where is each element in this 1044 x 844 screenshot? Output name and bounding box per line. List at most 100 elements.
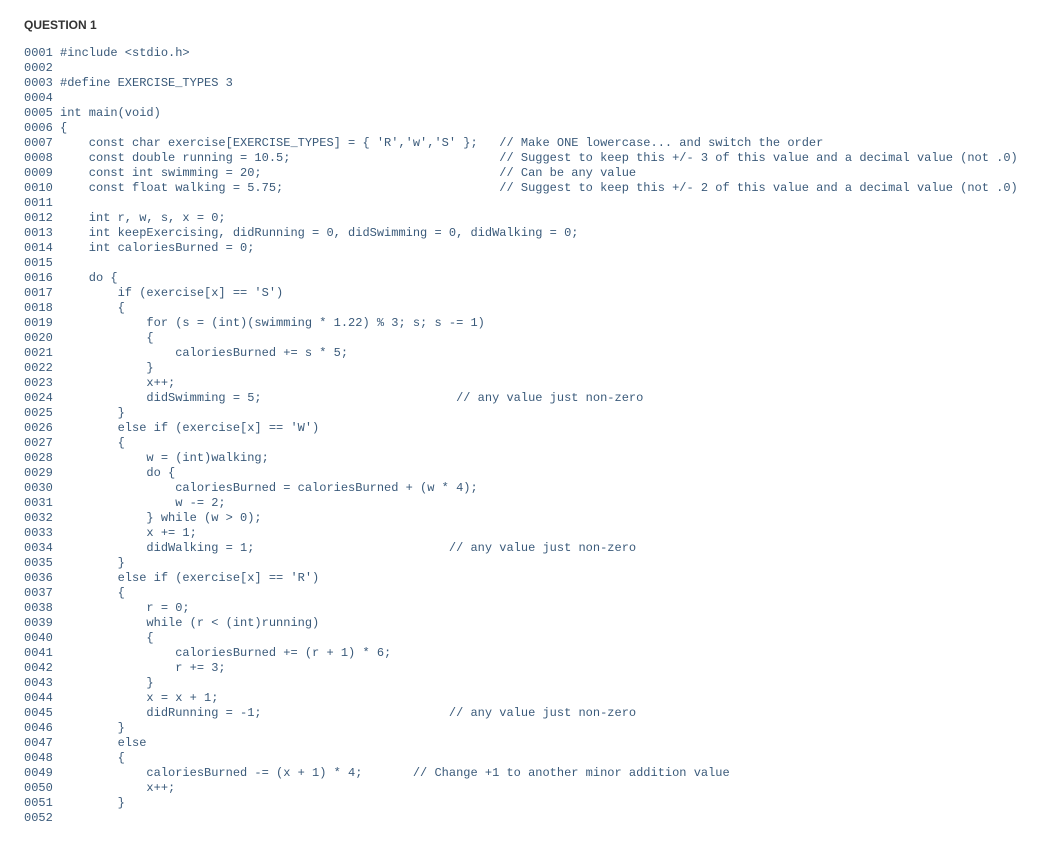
code-line: 0023 x++;	[24, 376, 1020, 391]
code-line: 0014 int caloriesBurned = 0;	[24, 241, 1020, 256]
code-line: 0037 {	[24, 586, 1020, 601]
line-number: 0010	[24, 181, 60, 196]
code-line: 0001#include <stdio.h>	[24, 46, 1020, 61]
code-text: w = (int)walking;	[60, 451, 269, 465]
code-text: }	[60, 676, 154, 690]
code-line: 0012 int r, w, s, x = 0;	[24, 211, 1020, 226]
line-number: 0003	[24, 76, 60, 91]
code-line: 0027 {	[24, 436, 1020, 451]
code-line: 0039 while (r < (int)running)	[24, 616, 1020, 631]
line-number: 0035	[24, 556, 60, 571]
code-line: 0004	[24, 91, 1020, 106]
code-text: else if (exercise[x] == 'R')	[60, 571, 319, 585]
code-text: didRunning = -1; // any value just non-z…	[60, 706, 636, 720]
code-line: 0017 if (exercise[x] == 'S')	[24, 286, 1020, 301]
code-text: while (r < (int)running)	[60, 616, 319, 630]
line-number: 0008	[24, 151, 60, 166]
code-text: x++;	[60, 376, 175, 390]
line-number: 0017	[24, 286, 60, 301]
code-line: 0018 {	[24, 301, 1020, 316]
line-number: 0052	[24, 811, 60, 826]
line-number: 0027	[24, 436, 60, 451]
code-line: 0031 w -= 2;	[24, 496, 1020, 511]
code-text: {	[60, 301, 125, 315]
line-number: 0044	[24, 691, 60, 706]
line-number: 0011	[24, 196, 60, 211]
code-text: x++;	[60, 781, 175, 795]
line-number: 0028	[24, 451, 60, 466]
code-line: 0045 didRunning = -1; // any value just …	[24, 706, 1020, 721]
code-line: 0036 else if (exercise[x] == 'R')	[24, 571, 1020, 586]
code-text: do {	[60, 271, 118, 285]
code-text: else if (exercise[x] == 'W')	[60, 421, 319, 435]
code-line: 0007 const char exercise[EXERCISE_TYPES]…	[24, 136, 1020, 151]
line-number: 0004	[24, 91, 60, 106]
code-text: {	[60, 586, 125, 600]
code-text: int keepExercising, didRunning = 0, didS…	[60, 226, 578, 240]
code-text: const float walking = 5.75; // Suggest t…	[60, 181, 1018, 195]
code-line: 0011	[24, 196, 1020, 211]
line-number: 0007	[24, 136, 60, 151]
code-text: if (exercise[x] == 'S')	[60, 286, 283, 300]
line-number: 0048	[24, 751, 60, 766]
code-text: {	[60, 331, 154, 345]
code-text: caloriesBurned = caloriesBurned + (w * 4…	[60, 481, 478, 495]
code-line: 0024 didSwimming = 5; // any value just …	[24, 391, 1020, 406]
code-line: 0008 const double running = 10.5; // Sug…	[24, 151, 1020, 166]
line-number: 0021	[24, 346, 60, 361]
line-number: 0009	[24, 166, 60, 181]
code-text: }	[60, 721, 125, 735]
code-text: {	[60, 121, 67, 135]
line-number: 0036	[24, 571, 60, 586]
code-text: {	[60, 631, 154, 645]
line-number: 0033	[24, 526, 60, 541]
code-line: 0026 else if (exercise[x] == 'W')	[24, 421, 1020, 436]
line-number: 0019	[24, 316, 60, 331]
line-number: 0037	[24, 586, 60, 601]
code-text: int r, w, s, x = 0;	[60, 211, 226, 225]
code-text: didWalking = 1; // any value just non-ze…	[60, 541, 636, 555]
code-line: 0033 x += 1;	[24, 526, 1020, 541]
code-text: for (s = (int)(swimming * 1.22) % 3; s; …	[60, 316, 485, 330]
line-number: 0051	[24, 796, 60, 811]
line-number: 0045	[24, 706, 60, 721]
code-line: 0030 caloriesBurned = caloriesBurned + (…	[24, 481, 1020, 496]
line-number: 0031	[24, 496, 60, 511]
code-text: {	[60, 436, 125, 450]
line-number: 0018	[24, 301, 60, 316]
code-line: 0043 }	[24, 676, 1020, 691]
code-line: 0049 caloriesBurned -= (x + 1) * 4; // C…	[24, 766, 1020, 781]
code-text: else	[60, 736, 146, 750]
code-line: 0005int main(void)	[24, 106, 1020, 121]
line-number: 0013	[24, 226, 60, 241]
code-text: const int swimming = 20; // Can be any v…	[60, 166, 636, 180]
code-line: 0006{	[24, 121, 1020, 136]
code-text: caloriesBurned += s * 5;	[60, 346, 348, 360]
code-text: }	[60, 361, 154, 375]
line-number: 0026	[24, 421, 60, 436]
code-text: x = x + 1;	[60, 691, 218, 705]
code-text: const double running = 10.5; // Suggest …	[60, 151, 1018, 165]
code-line: 0051 }	[24, 796, 1020, 811]
code-text: const char exercise[EXERCISE_TYPES] = { …	[60, 136, 823, 150]
code-line: 0013 int keepExercising, didRunning = 0,…	[24, 226, 1020, 241]
line-number: 0043	[24, 676, 60, 691]
code-line: 0046 }	[24, 721, 1020, 736]
line-number: 0050	[24, 781, 60, 796]
code-line: 0020 {	[24, 331, 1020, 346]
code-line: 0040 {	[24, 631, 1020, 646]
code-line: 0009 const int swimming = 20; // Can be …	[24, 166, 1020, 181]
code-line: 0048 {	[24, 751, 1020, 766]
code-text: #define EXERCISE_TYPES 3	[60, 76, 233, 90]
line-number: 0006	[24, 121, 60, 136]
code-text: r += 3;	[60, 661, 226, 675]
line-number: 0022	[24, 361, 60, 376]
line-number: 0039	[24, 616, 60, 631]
code-line: 0010 const float walking = 5.75; // Sugg…	[24, 181, 1020, 196]
line-number: 0049	[24, 766, 60, 781]
code-text: } while (w > 0);	[60, 511, 262, 525]
line-number: 0024	[24, 391, 60, 406]
line-number: 0012	[24, 211, 60, 226]
code-line: 0035 }	[24, 556, 1020, 571]
code-line: 0047 else	[24, 736, 1020, 751]
